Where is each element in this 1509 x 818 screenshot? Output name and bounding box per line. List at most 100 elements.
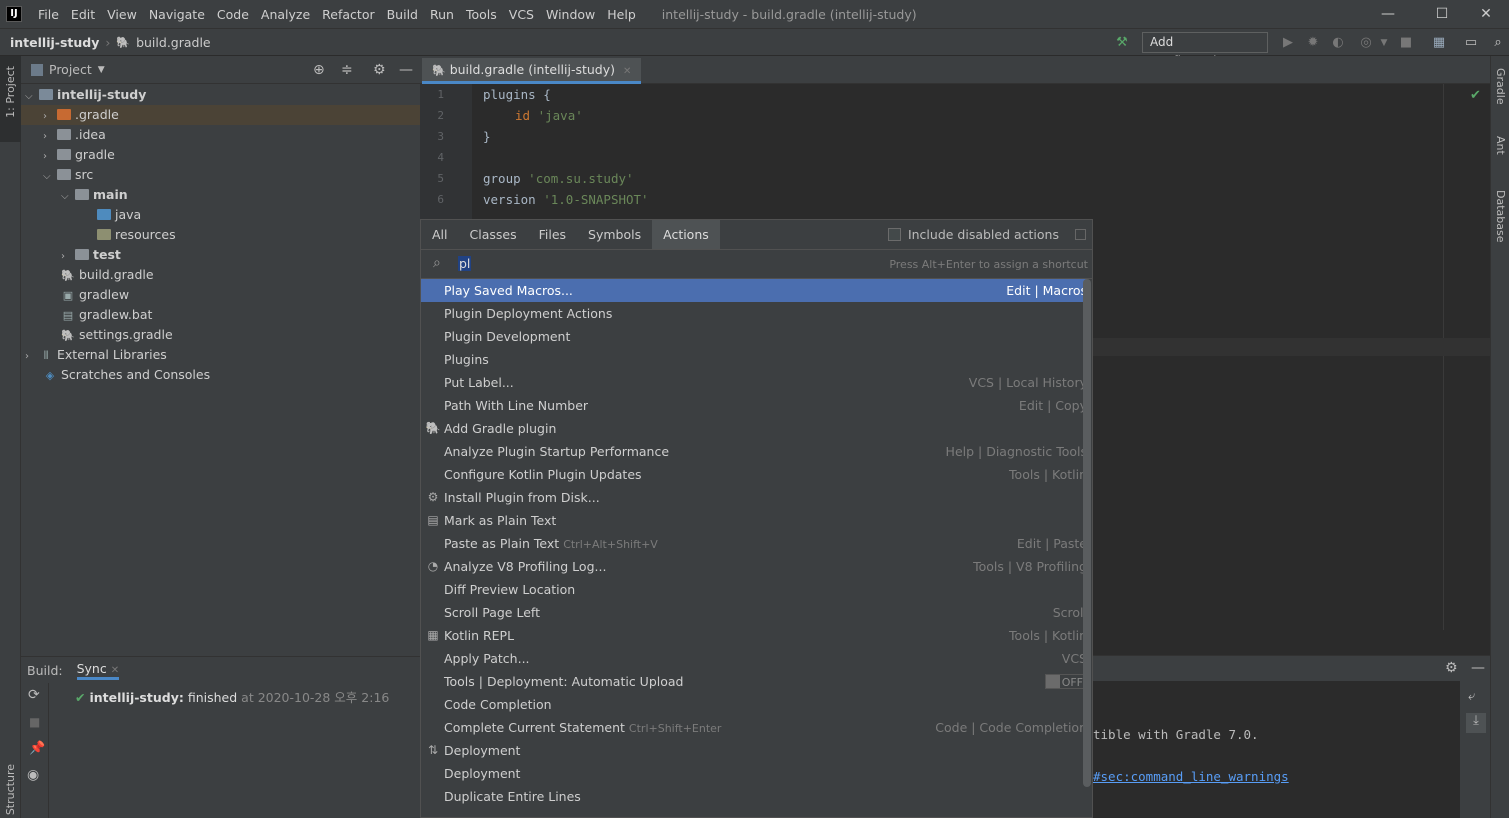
chevron-right-icon[interactable]: › — [43, 107, 57, 127]
tree-item-gradlew[interactable]: ▣ gradlew — [61, 285, 129, 305]
locate-target-icon[interactable]: ⊕ — [313, 62, 325, 78]
tab-symbols[interactable]: Symbols — [577, 220, 652, 249]
action-result-item[interactable]: ◔ Analyze V8 Profiling Log... Tools | V8 P… — [421, 555, 1087, 578]
action-result-item[interactable]: Put Label... VCS | Local History — [421, 371, 1087, 394]
refresh-icon[interactable]: ⟳ — [28, 687, 40, 703]
debug-icon[interactable]: ✹ — [1305, 35, 1321, 51]
profile-icon[interactable]: ◎ — [1358, 35, 1374, 51]
tab-files[interactable]: Files — [528, 220, 577, 249]
menu-refactor[interactable]: Refactor — [316, 7, 380, 22]
menu-navigate[interactable]: Navigate — [143, 7, 211, 22]
tree-item-scratches[interactable]: ◈ Scratches and Consoles — [43, 365, 210, 385]
search-icon[interactable]: ⌕ — [1490, 35, 1506, 51]
tab-sync[interactable]: Sync ✕ — [76, 661, 120, 680]
coverage-icon[interactable]: ◐ — [1330, 35, 1346, 51]
hide-panel-icon[interactable]: — — [399, 62, 413, 78]
gear-icon[interactable]: ⚙ — [373, 62, 386, 78]
action-result-item[interactable]: Duplicate Entire Lines — [421, 785, 1087, 808]
menu-vcs[interactable]: VCS — [503, 7, 540, 22]
action-result-item[interactable]: Plugins — [421, 348, 1087, 371]
menu-run[interactable]: Run — [424, 7, 460, 22]
minimize-button[interactable]: — — [1365, 0, 1411, 28]
chevron-right-icon[interactable]: › — [43, 147, 57, 167]
action-result-item[interactable]: ▤ Mark as Plain Text — [421, 509, 1087, 532]
action-result-item[interactable]: Plugin Development — [421, 325, 1087, 348]
tree-item-idea[interactable]: › .idea — [43, 125, 106, 145]
tree-item-external-libraries[interactable]: › ⫴ External Libraries — [25, 345, 167, 365]
action-result-item[interactable]: Deployment — [421, 762, 1087, 785]
maximize-button[interactable]: ☐ — [1419, 0, 1465, 28]
menu-tools[interactable]: Tools — [460, 7, 503, 22]
action-result-item[interactable]: Plugin Deployment Actions — [421, 302, 1087, 325]
menu-analyze[interactable]: Analyze — [255, 7, 316, 22]
build-status-line[interactable]: ✔ intellij-study: finished at 2020-10-28… — [75, 687, 389, 706]
project-panel-title[interactable]: Project — [49, 62, 92, 77]
chevron-down-icon[interactable]: ⌵ — [61, 187, 75, 207]
action-result-item[interactable]: Path With Line Number Edit | Copy — [421, 394, 1087, 417]
auto-upload-toggle[interactable]: OFF — [1044, 674, 1087, 689]
stop-icon[interactable]: ■ — [29, 715, 40, 729]
action-result-item[interactable]: ⚙ Install Plugin from Disk... — [421, 486, 1087, 509]
code-line-6[interactable]: version '1.0-SNAPSHOT' — [483, 192, 649, 207]
menu-build[interactable]: Build — [381, 7, 424, 22]
tree-item-settings-gradle[interactable]: 🐘 settings.gradle — [61, 325, 173, 345]
tree-item-resources[interactable]: resources — [97, 225, 176, 245]
menu-edit[interactable]: Edit — [65, 7, 101, 22]
gradle-tool-tab[interactable]: Gradle — [1494, 68, 1507, 105]
chevron-down-icon[interactable]: ⌵ — [25, 87, 39, 107]
chevron-right-icon[interactable]: › — [25, 347, 39, 367]
collapse-all-icon[interactable]: ≑ — [341, 62, 353, 78]
breadcrumb-file[interactable]: build.gradle — [136, 35, 211, 50]
breadcrumb-project[interactable]: intellij-study — [10, 35, 99, 50]
search-input[interactable]: pl — [458, 256, 472, 271]
gear-icon[interactable]: ⚙ — [1445, 660, 1458, 676]
database-tool-tab[interactable]: Database — [1494, 190, 1507, 243]
action-result-item[interactable]: Configure Kotlin Plugin Updates Tools | K… — [421, 463, 1087, 486]
code-line-3[interactable]: } — [483, 129, 491, 144]
chevron-down-icon[interactable]: ⌵ — [43, 167, 57, 187]
action-result-item[interactable]: ▦ Kotlin REPL Tools | Kotlin — [421, 624, 1087, 647]
tree-item-gradle[interactable]: › gradle — [43, 145, 115, 165]
code-line-1[interactable]: plugins { — [483, 87, 551, 102]
pin-window-icon[interactable] — [1075, 229, 1086, 240]
menu-window[interactable]: Window — [540, 7, 601, 22]
tree-item-gradle-dir[interactable]: › .gradle — [21, 105, 420, 125]
action-result-item[interactable]: Code Completion — [421, 693, 1087, 716]
action-result-item[interactable]: Analyze Plugin Startup Performance Help |… — [421, 440, 1087, 463]
chevron-right-icon[interactable]: › — [61, 247, 75, 267]
tab-all[interactable]: All — [421, 220, 459, 249]
chevron-down-icon[interactable]: ▼ — [1376, 35, 1392, 51]
run-icon[interactable]: ▶ — [1280, 35, 1296, 51]
scroll-to-end-icon[interactable]: ⤓ — [1466, 713, 1486, 733]
menu-code[interactable]: Code — [211, 7, 255, 22]
action-result-item[interactable]: Complete Current Statement Ctrl+Shift+Ent… — [421, 716, 1087, 739]
close-icon[interactable]: ✕ — [623, 66, 631, 77]
action-result-item[interactable]: 🐘 Add Gradle plugin — [421, 417, 1087, 440]
chevron-down-icon[interactable]: ▼ — [98, 65, 105, 75]
action-result-item[interactable]: Scroll Page Left Scroll — [421, 601, 1087, 624]
add-configuration-button[interactable]: Add Configuration... — [1142, 32, 1268, 68]
tree-item-java[interactable]: java — [97, 205, 141, 225]
stop-icon[interactable]: ■ — [1398, 35, 1414, 51]
window-layout-icon[interactable]: ▭ — [1463, 35, 1479, 51]
console-link[interactable]: #sec:command_line_warnings — [1093, 769, 1289, 784]
ant-tool-tab[interactable]: Ant — [1494, 136, 1507, 155]
chevron-right-icon[interactable]: › — [43, 127, 57, 147]
eye-icon[interactable]: ◉ — [27, 767, 39, 783]
action-result-item[interactable]: Paste as Plain Text Ctrl+Alt+Shift+V Edit … — [421, 532, 1087, 555]
build-hammer-icon[interactable]: ⚒ — [1114, 35, 1130, 51]
tree-item-build-gradle[interactable]: 🐘 build.gradle — [61, 265, 153, 285]
tree-item-intellij-study[interactable]: ⌵ intellij-study — [25, 85, 420, 105]
close-window-button[interactable]: ✕ — [1463, 0, 1509, 28]
tab-actions[interactable]: Actions — [652, 220, 720, 249]
tab-build-gradle[interactable]: 🐘 build.gradle (intellij-study) ✕ — [422, 58, 642, 84]
menu-file[interactable]: File — [32, 7, 65, 22]
action-result-item[interactable]: Play Saved Macros... Edit | Macros — [421, 279, 1087, 302]
tab-classes[interactable]: Classes — [459, 220, 528, 249]
menu-help[interactable]: Help — [601, 7, 642, 22]
hide-panel-icon[interactable]: — — [1471, 660, 1485, 676]
tree-item-gradlew-bat[interactable]: ▤ gradlew.bat — [61, 305, 153, 325]
tree-item-src[interactable]: ⌵ src — [43, 165, 93, 185]
soft-wrap-icon[interactable]: ⤶ — [1468, 689, 1475, 704]
action-result-item[interactable]: Diff Preview Location — [421, 578, 1087, 601]
